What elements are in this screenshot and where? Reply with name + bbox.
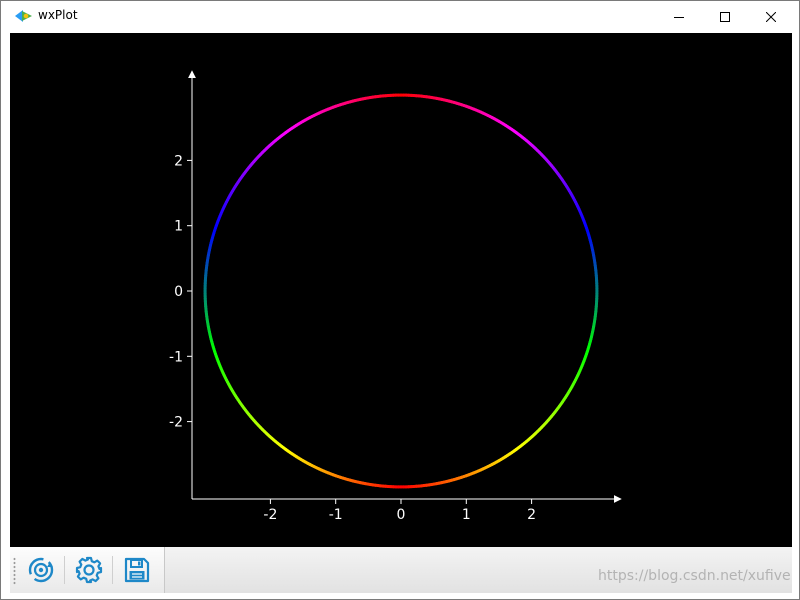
title-bar[interactable]: wxPlot [1,1,799,32]
toolbar-panel [10,547,165,593]
toolbar-separator [64,556,65,584]
save-button[interactable] [120,554,154,586]
y-tick-label: 2 [174,153,183,169]
close-icon [766,11,776,22]
minimize-icon [674,16,684,18]
plot-svg: -2 -1 0 1 2 2 1 0 -1 -2 [169,70,622,523]
settings-button[interactable] [72,554,106,586]
close-button[interactable] [748,1,794,32]
toolbar-separator [112,556,113,584]
y-tick-label: 1 [174,219,183,235]
watermark-text: https://blog.csdn.net/xufive [598,568,791,584]
x-tick-label: -1 [329,507,343,523]
x-tick-label: -2 [263,507,277,523]
maximize-icon [720,11,730,22]
reset-view-button[interactable] [24,554,58,586]
plot-canvas[interactable]: -2 -1 0 1 2 2 1 0 -1 -2 [10,33,792,547]
maximize-button[interactable] [702,1,748,32]
window-title: wxPlot [38,8,78,22]
gear-icon [75,556,103,584]
reset-view-icon [28,557,54,583]
x-tick-label: 2 [527,507,536,523]
app-logo-icon [15,10,32,22]
save-icon [124,557,150,583]
x-tick-label: 0 [397,507,406,523]
y-tick-label: -1 [169,349,183,365]
toolbar-grip[interactable] [13,557,16,585]
minimize-button[interactable] [656,1,702,32]
x-tick-label: 1 [462,507,471,523]
y-tick-label: -2 [169,415,183,431]
y-tick-label: 0 [174,284,183,300]
app-window: wxPlot -2 -1 0 1 2 2 1 0 -1 -2 https://b… [0,0,800,600]
circle-series [203,93,599,489]
